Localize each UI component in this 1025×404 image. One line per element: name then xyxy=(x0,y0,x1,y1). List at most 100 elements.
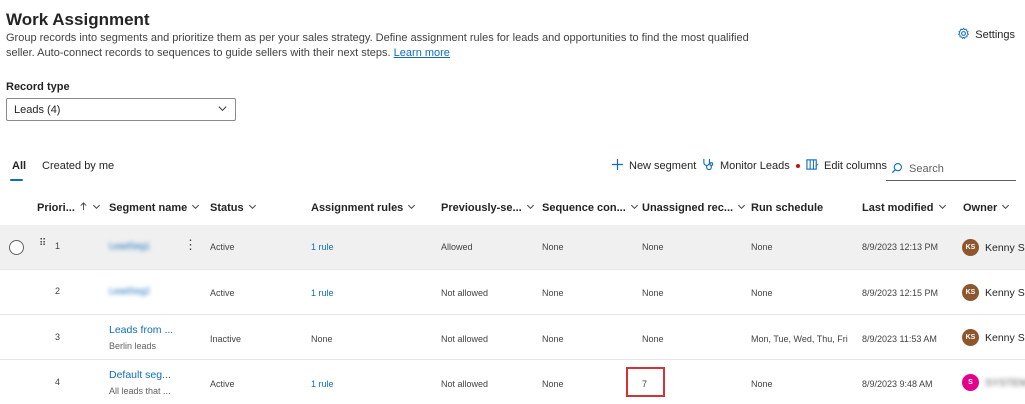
column-label: Owner xyxy=(963,202,998,214)
chevron-down-icon xyxy=(407,202,416,214)
table-row[interactable]: ⠿ 1 LeadSeg1 ⋮ Active 1 rule Allowed Non… xyxy=(0,225,1025,270)
column-label: Unassigned rec... xyxy=(642,202,734,214)
row-owner[interactable]: KS Kenny S xyxy=(962,284,1025,301)
column-header-sequence[interactable]: Sequence con... xyxy=(542,202,639,214)
record-type-dropdown[interactable]: Leads (4) xyxy=(6,98,236,121)
column-header-run-schedule[interactable]: Run schedule xyxy=(751,202,823,214)
chevron-down-icon xyxy=(630,202,639,214)
row-assignment-rules[interactable]: 1 rule xyxy=(311,242,334,252)
edit-columns-button[interactable]: Edit columns xyxy=(806,158,887,174)
table-row[interactable]: 2 LeadSeg2 Active 1 rule Not allowed Non… xyxy=(0,270,1025,315)
search-input[interactable]: Search xyxy=(886,158,1016,181)
row-assignment-rules[interactable]: 1 rule xyxy=(311,379,334,389)
row-previously-seen: Not allowed xyxy=(441,379,489,389)
column-header-priority[interactable]: Priori... xyxy=(37,202,101,214)
page-description: Group records into segments and prioriti… xyxy=(6,31,766,61)
chevron-down-icon xyxy=(248,202,257,214)
row-last-modified: 8/9/2023 9:48 AM xyxy=(862,379,933,389)
column-header-segment-name[interactable]: Segment name xyxy=(109,202,200,214)
new-segment-label: New segment xyxy=(629,160,697,172)
tab-all[interactable]: All xyxy=(12,160,26,172)
column-label: Assignment rules xyxy=(311,202,404,214)
row-segment-name[interactable]: Default seg... xyxy=(109,369,171,381)
row-assignment-rules[interactable]: 1 rule xyxy=(311,288,334,298)
row-segment-description: All leads that ... xyxy=(109,386,171,396)
row-sequence: None xyxy=(542,288,564,298)
chevron-down-icon xyxy=(191,202,200,214)
row-sequence: None xyxy=(542,379,564,389)
page-title: Work Assignment xyxy=(6,10,150,29)
chevron-down-icon xyxy=(217,103,228,117)
row-run-schedule: None xyxy=(751,288,773,298)
row-sequence: None xyxy=(542,242,564,252)
more-options-icon[interactable]: ⋮ xyxy=(184,237,197,253)
column-header-previously-seen[interactable]: Previously-se... xyxy=(441,202,535,214)
row-last-modified: 8/9/2023 12:15 PM xyxy=(862,288,939,298)
row-segment-name[interactable]: LeadSeg2 xyxy=(109,286,150,296)
row-last-modified: 8/9/2023 11:53 AM xyxy=(862,334,937,344)
column-header-last-modified[interactable]: Last modified xyxy=(862,202,947,214)
new-segment-button[interactable]: New segment xyxy=(611,158,696,174)
row-owner[interactable]: KS Kenny S xyxy=(962,239,1025,256)
row-run-schedule: Mon, Tue, Wed, Thu, Fri xyxy=(751,334,848,344)
row-run-schedule: None xyxy=(751,379,773,389)
column-label: Previously-se... xyxy=(441,202,522,214)
chevron-down-icon xyxy=(92,202,101,214)
monitor-leads-label: Monitor Leads xyxy=(720,160,790,172)
row-assignment-rules: None xyxy=(311,334,333,344)
stethoscope-icon xyxy=(702,158,715,174)
description-text: Group records into segments and prioriti… xyxy=(6,32,749,59)
table-row[interactable]: 4 Default seg... All leads that ... Acti… xyxy=(0,360,1025,404)
column-label: Status xyxy=(210,202,244,214)
column-header-owner[interactable]: Owner xyxy=(963,202,1010,214)
owner-name: SYSTEM xyxy=(985,376,1025,389)
arrow-up-icon xyxy=(79,202,88,214)
row-priority: 3 xyxy=(55,332,61,342)
owner-name: Kenny S xyxy=(985,241,1025,254)
column-label: Sequence con... xyxy=(542,202,626,214)
column-label: Last modified xyxy=(862,202,934,214)
row-owner[interactable]: S SYSTEM xyxy=(962,374,1025,391)
row-run-schedule: None xyxy=(751,242,773,252)
row-segment-name[interactable]: LeadSeg1 xyxy=(109,241,150,251)
row-status: Inactive xyxy=(210,334,242,344)
row-unassigned: None xyxy=(642,288,664,298)
row-previously-seen: Allowed xyxy=(441,242,473,252)
search-placeholder: Search xyxy=(909,163,944,175)
column-header-unassigned[interactable]: Unassigned rec... xyxy=(642,202,746,214)
record-type-value: Leads (4) xyxy=(14,103,61,116)
unassigned-count-highlight xyxy=(626,367,665,397)
gear-icon xyxy=(957,27,970,43)
row-unassigned: None xyxy=(642,334,664,344)
row-status: Active xyxy=(210,288,235,298)
row-segment-name[interactable]: Leads from ... xyxy=(109,324,173,336)
row-priority: 1 xyxy=(55,241,61,251)
chevron-down-icon xyxy=(1001,202,1010,214)
search-icon xyxy=(891,162,903,177)
chevron-down-icon xyxy=(737,202,746,214)
learn-more-link[interactable]: Learn more xyxy=(394,47,450,59)
row-segment-description: Berlin leads xyxy=(109,341,157,351)
column-header-assignment-rules[interactable]: Assignment rules xyxy=(311,202,416,214)
row-previously-seen: Not allowed xyxy=(441,288,489,298)
column-header-status[interactable]: Status xyxy=(210,202,257,214)
settings-button[interactable]: Settings xyxy=(957,27,1015,43)
row-previously-seen: Not allowed xyxy=(441,334,489,344)
avatar: S xyxy=(962,374,979,391)
monitor-leads-button[interactable]: Monitor Leads xyxy=(702,158,800,174)
row-status: Active xyxy=(210,379,235,389)
row-status: Active xyxy=(210,242,235,252)
drag-handle-icon[interactable]: ⠿ xyxy=(39,238,46,249)
row-last-modified: 8/9/2023 12:13 PM xyxy=(862,242,939,252)
column-label: Segment name xyxy=(109,202,188,214)
row-select-radio[interactable] xyxy=(9,240,24,255)
row-sequence: None xyxy=(542,334,564,344)
chevron-down-icon xyxy=(938,202,947,214)
record-type-label: Record type xyxy=(6,81,70,93)
tab-created-by-me[interactable]: Created by me xyxy=(42,160,114,172)
row-owner[interactable]: KS Kenny S xyxy=(962,329,1025,346)
table-row[interactable]: 3 Leads from ... Berlin leads Inactive N… xyxy=(0,315,1025,360)
owner-name: Kenny S xyxy=(985,331,1025,344)
avatar: KS xyxy=(962,284,979,301)
plus-icon xyxy=(611,158,624,174)
